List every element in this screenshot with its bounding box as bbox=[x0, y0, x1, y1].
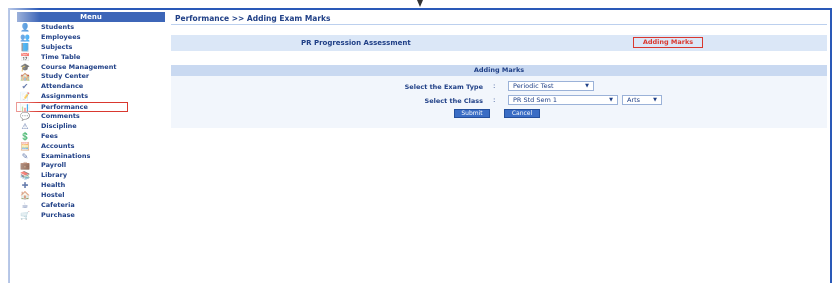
sidebar-item-subjects[interactable]: 📘 Subjects bbox=[17, 43, 165, 53]
sidebar-item-label: Accounts bbox=[41, 141, 75, 150]
discipline-icon: ⚠ bbox=[21, 121, 29, 131]
sidebar-item-accounts[interactable]: 🧮 Accounts bbox=[17, 142, 165, 152]
exam-type-label: Select the Exam Type bbox=[404, 83, 483, 91]
sidebar-item-discipline[interactable]: ⚠ Discipline bbox=[17, 122, 165, 132]
assessment-label: PR Progression Assessment bbox=[301, 39, 411, 47]
sidebar-item-label: Cafeteria bbox=[41, 201, 75, 210]
sidebar-item-attendance[interactable]: ✔ Attendance bbox=[17, 82, 165, 92]
sidebar-item-label: Attendance bbox=[41, 82, 84, 91]
health-icon: ✚ bbox=[21, 181, 29, 191]
fees-icon: 💲 bbox=[20, 131, 30, 141]
chevron-down-icon: ▼ bbox=[585, 83, 589, 89]
sidebar-item-students[interactable]: 👤 Students bbox=[17, 23, 165, 33]
sidebar-item-employees[interactable]: 👥 Employees bbox=[17, 33, 165, 43]
sidebar-item-label: Time Table bbox=[41, 52, 81, 61]
sidebar-item-cafeteria[interactable]: ☕ Cafeteria bbox=[17, 201, 165, 211]
menu-header: Menu bbox=[17, 12, 165, 22]
student-icon: 👤 bbox=[20, 23, 30, 32]
sidebar-item-label: Examinations bbox=[41, 151, 91, 160]
performance-icon: 📊 bbox=[20, 103, 30, 113]
page-title: Performance >> Adding Exam Marks bbox=[171, 14, 827, 25]
sidebar-item-time-table[interactable]: 📅 Time Table bbox=[17, 53, 165, 63]
section-select[interactable]: Arts ▼ bbox=[622, 95, 662, 105]
main-content: Performance >> Adding Exam Marks PR Prog… bbox=[171, 14, 827, 128]
adding-marks-form: Select the Exam Type : Periodic Test ▼ S… bbox=[171, 76, 827, 128]
sidebar-item-examinations[interactable]: ✎ Examinations bbox=[17, 152, 165, 162]
submit-button[interactable]: Submit bbox=[454, 109, 490, 118]
sidebar-item-comments[interactable]: 💬 Comments bbox=[17, 112, 165, 122]
sidebar-item-label: Employees bbox=[41, 32, 81, 41]
sidebar-item-health[interactable]: ✚ Health bbox=[17, 181, 165, 191]
purchase-icon: 🛒 bbox=[20, 210, 30, 220]
class-colon: : bbox=[493, 96, 496, 104]
library-icon: 📚 bbox=[20, 171, 30, 181]
chevron-down-icon: ▼ bbox=[653, 97, 657, 103]
exam-type-colon: : bbox=[493, 82, 496, 90]
sidebar-menu: Menu 👤 Students 👥 Employees 📘 Subjects 📅 Time T… bbox=[16, 12, 165, 221]
cafeteria-icon: ☕ bbox=[21, 201, 29, 211]
sidebar-item-label: Payroll bbox=[41, 161, 67, 170]
sidebar-item-study-center[interactable]: 🏫 Study Center bbox=[17, 72, 165, 82]
accounts-icon: 🧮 bbox=[20, 141, 30, 151]
comment-icon: 💬 bbox=[20, 112, 30, 122]
assessment-bar: PR Progression Assessment Adding Marks bbox=[171, 35, 827, 51]
panel-title: Adding Marks bbox=[171, 65, 827, 76]
sidebar-item-label: Library bbox=[41, 171, 68, 180]
course-icon: 🎓 bbox=[20, 62, 30, 72]
sidebar-item-label: Fees bbox=[41, 131, 58, 140]
attendance-icon: ✔ bbox=[21, 82, 29, 92]
sidebar-item-purchase[interactable]: 🛒 Purchase bbox=[17, 211, 165, 221]
sidebar-item-label: Subjects bbox=[41, 42, 73, 51]
exam-type-value: Periodic Test bbox=[513, 82, 554, 90]
assignment-icon: 📝 bbox=[20, 92, 30, 102]
adding-marks-link[interactable]: Adding Marks bbox=[633, 37, 703, 48]
cancel-button[interactable]: Cancel bbox=[504, 109, 540, 118]
exam-type-select[interactable]: Periodic Test ▼ bbox=[508, 81, 594, 91]
sidebar-item-performance[interactable]: 📊 Performance bbox=[16, 102, 128, 113]
class-value: PR Std Sem 1 bbox=[513, 96, 558, 104]
sidebar-item-assignments[interactable]: 📝 Assignments bbox=[17, 92, 165, 102]
sidebar-item-fees[interactable]: 💲 Fees bbox=[17, 132, 165, 142]
pointer-arrow-icon bbox=[417, 0, 423, 7]
book-icon: 📘 bbox=[20, 42, 30, 52]
sidebar-item-payroll[interactable]: 💼 Payroll bbox=[17, 161, 165, 171]
center-icon: 🏫 bbox=[20, 72, 30, 82]
payroll-icon: 💼 bbox=[20, 161, 30, 171]
sidebar-item-label: Study Center bbox=[41, 72, 90, 81]
sidebar-item-label: Hostel bbox=[41, 191, 65, 200]
sidebar-item-label: Purchase bbox=[41, 210, 75, 219]
section-value: Arts bbox=[627, 96, 641, 104]
sidebar-item-label: Discipline bbox=[41, 121, 77, 130]
sidebar-item-label: Course Management bbox=[41, 62, 117, 71]
sidebar-item-label: Students bbox=[41, 23, 75, 31]
sidebar-item-library[interactable]: 📚 Library bbox=[17, 171, 165, 181]
sidebar-item-hostel[interactable]: 🏠 Hostel bbox=[17, 191, 165, 201]
sidebar-item-label: Health bbox=[41, 181, 66, 190]
class-label: Select the Class bbox=[424, 97, 483, 105]
calendar-icon: 📅 bbox=[20, 52, 30, 62]
sidebar-item-label: Assignments bbox=[41, 92, 89, 101]
employee-icon: 👥 bbox=[20, 32, 30, 42]
menu-list: 👤 Students 👥 Employees 📘 Subjects 📅 Time Table 🎓… bbox=[16, 23, 165, 221]
exam-icon: ✎ bbox=[21, 151, 29, 161]
sidebar-item-course-management[interactable]: 🎓 Course Management bbox=[17, 63, 165, 73]
class-select[interactable]: PR Std Sem 1 ▼ bbox=[508, 95, 618, 105]
hostel-icon: 🏠 bbox=[20, 191, 30, 201]
chevron-down-icon: ▼ bbox=[609, 97, 613, 103]
sidebar-item-label: Comments bbox=[41, 112, 80, 121]
